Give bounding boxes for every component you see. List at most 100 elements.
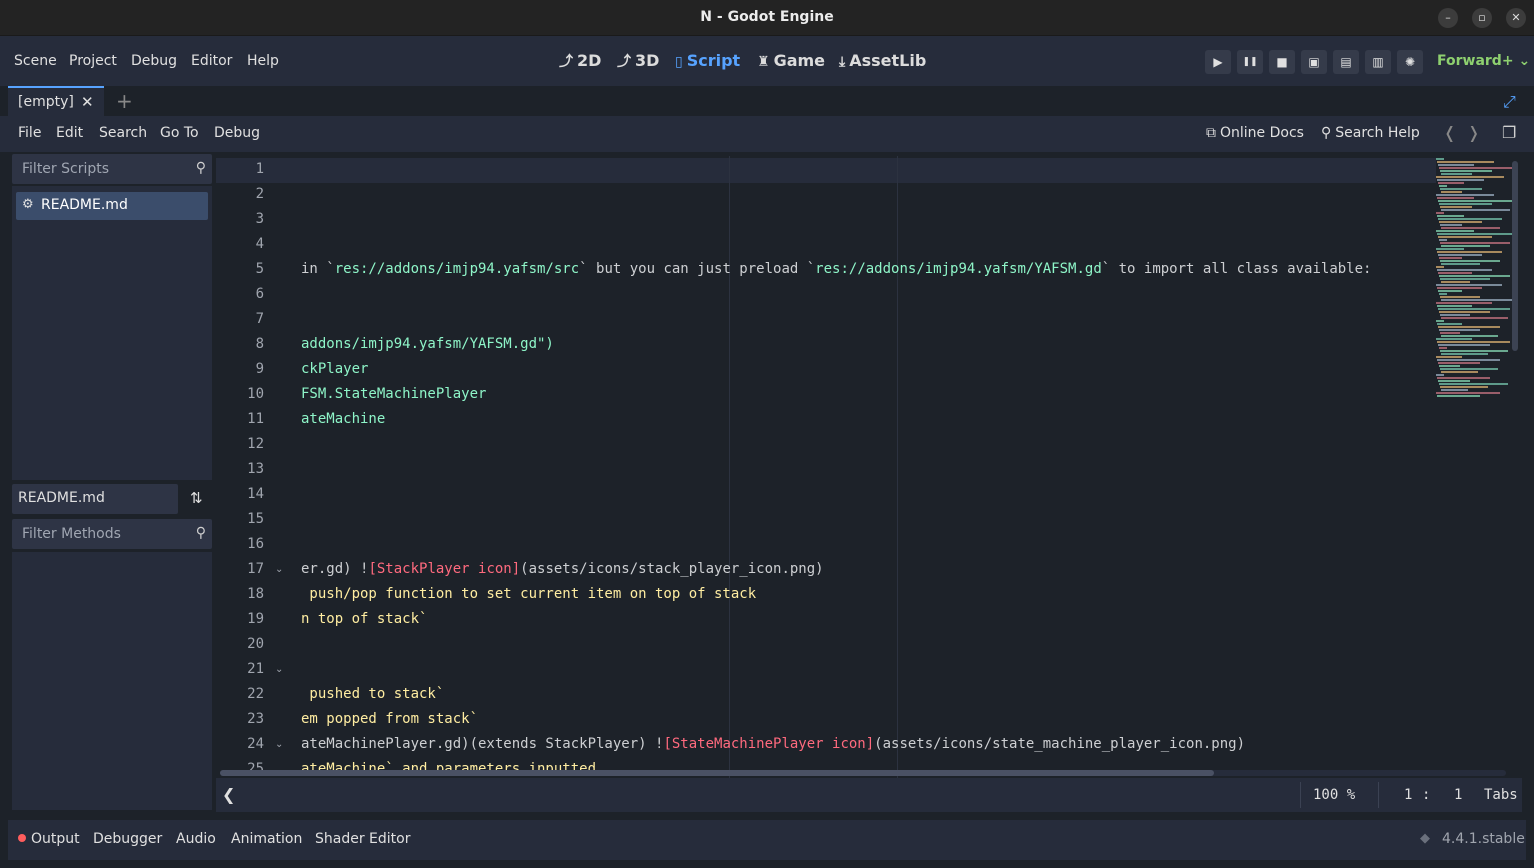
code-token: (assets/icons/stack_player_icon.png) [520, 561, 824, 577]
workspace-game-button[interactable]: ♜ Game [757, 51, 825, 70]
code-line: pushed to stack` [301, 686, 444, 702]
play-scene-button[interactable]: ▤ [1333, 50, 1359, 74]
workspace-assetlib-button[interactable]: ⤓ AssetLib [839, 51, 926, 70]
menu-editor[interactable]: Editor [191, 53, 232, 69]
play-custom-scene-button[interactable]: ▥ [1365, 50, 1391, 74]
debugger-tab[interactable]: Debugger [93, 831, 162, 847]
movie-maker-button[interactable]: ✺ [1397, 50, 1423, 74]
minimap-line [1439, 221, 1482, 223]
line-number: 12 [247, 436, 264, 452]
cursor-line: 1 [1404, 787, 1413, 803]
code-line: n top of stack` [301, 611, 427, 627]
line-number: 15 [247, 511, 264, 527]
minimap-line [1441, 173, 1472, 175]
line-number: 11 [247, 411, 264, 427]
scene-tabbar: [empty] ✕ + ⤢ [0, 86, 1534, 116]
code-token: er.gd) ! [301, 561, 369, 577]
stop-button[interactable]: ■ [1269, 50, 1295, 74]
minimap-line [1439, 311, 1490, 313]
nav-forward-icon[interactable]: ❭ [1467, 123, 1480, 142]
line-number: 1 [255, 161, 264, 177]
filter-methods-field[interactable]: ⚲ [12, 519, 212, 549]
code-editor[interactable]: 1 2 3 4 5 in `res://addons/imjp94.yafsm/src` … [216, 156, 1522, 778]
engine-version[interactable]: 4.4.1.stable [1442, 831, 1525, 847]
filter-scripts-field[interactable]: ⚲ [12, 154, 212, 184]
minimap-line [1440, 296, 1480, 298]
minimap-line [1441, 335, 1498, 337]
code-minimap[interactable] [1436, 158, 1518, 398]
line-number: 9 [255, 361, 264, 377]
line-number: 5 [255, 261, 264, 277]
minimap-line [1441, 353, 1488, 355]
script-menubar: File Edit Search Go To Debug ⧉ Online Doc… [0, 116, 1534, 152]
indent-mode[interactable]: Tabs [1484, 787, 1518, 803]
code-token: ckPlayer [301, 361, 369, 377]
script-list-item[interactable]: ⚙ README.md [16, 192, 208, 220]
2d-icon: ⤴ [559, 54, 573, 70]
window-titlebar: N - Godot Engine – ▫ ✕ [0, 0, 1534, 36]
minimap-line [1438, 344, 1490, 346]
minimap-line [1441, 317, 1508, 319]
code-token: ` but you can just preload ` [579, 261, 816, 277]
maximize-button[interactable]: ▫ [1472, 8, 1492, 28]
minimap-line [1440, 206, 1472, 208]
remote-debug-button[interactable]: ▣ [1301, 50, 1327, 74]
workspace-2d-button[interactable]: ⤴ 2D [559, 51, 601, 71]
filter-scripts-input[interactable] [12, 154, 182, 184]
code-token: FSM.StateMachinePlayer [301, 386, 487, 402]
script-menu-debug[interactable]: Debug [214, 125, 260, 141]
make-floating-icon[interactable]: ❐ [1502, 123, 1516, 142]
online-docs-button[interactable]: ⧉ Online Docs [1206, 125, 1304, 141]
pause-button[interactable]: ❚❚ [1237, 50, 1263, 74]
line-number: 7 [255, 311, 264, 327]
distraction-free-icon[interactable]: ⤢ [1503, 92, 1516, 112]
line-number: 4 [255, 236, 264, 252]
toggle-scripts-panel-icon[interactable]: ❮ [222, 785, 235, 804]
menu-debug[interactable]: Debug [131, 53, 177, 69]
search-help-button[interactable]: ⚲ Search Help [1321, 125, 1420, 141]
script-menu-search[interactable]: Search [99, 125, 147, 141]
sort-icon[interactable]: ⇅ [190, 489, 203, 507]
minimap-line [1441, 371, 1478, 373]
renderer-selector[interactable]: Forward+ ⌄ [1437, 53, 1530, 69]
script-menu-edit[interactable]: Edit [56, 125, 83, 141]
workspace-3d-button[interactable]: ⤴ 3D [617, 51, 659, 71]
minimap-line [1437, 287, 1482, 289]
script-menu-goto[interactable]: Go To [160, 125, 199, 141]
status-divider [1378, 782, 1379, 808]
code-line: er.gd) ![StackPlayer icon](assets/icons/… [301, 561, 824, 577]
audio-tab[interactable]: Audio [176, 831, 216, 847]
fold-arrow-icon[interactable]: ⌄ [275, 564, 283, 575]
fold-arrow-icon[interactable]: ⌄ [275, 739, 283, 750]
line-number: 14 [247, 486, 264, 502]
scene-tab[interactable]: [empty] ✕ [8, 86, 104, 116]
fold-arrow-icon[interactable]: ⌄ [275, 664, 283, 675]
horizontal-scrollbar[interactable] [220, 770, 1214, 776]
menu-scene[interactable]: Scene [14, 53, 57, 69]
minimap-line [1439, 185, 1447, 187]
minimap-line [1440, 188, 1482, 190]
menu-project[interactable]: Project [69, 53, 117, 69]
minimap-line [1438, 380, 1470, 382]
minimap-line [1436, 320, 1444, 322]
add-tab-button[interactable]: + [116, 89, 133, 113]
play-button[interactable]: ▶ [1205, 50, 1231, 74]
minimize-button[interactable]: – [1438, 8, 1458, 28]
output-tab[interactable]: Output [18, 831, 80, 847]
current-file-name: README.md [18, 490, 105, 506]
animation-tab[interactable]: Animation [231, 831, 302, 847]
vertical-scrollbar[interactable] [1512, 161, 1518, 351]
close-window-button[interactable]: ✕ [1506, 8, 1526, 28]
script-menu-file[interactable]: File [18, 125, 41, 141]
minimap-line [1441, 191, 1462, 193]
current-file-label: README.md [12, 484, 178, 514]
minimap-line [1438, 182, 1464, 184]
zoom-level[interactable]: 100 % [1313, 787, 1355, 803]
menu-help[interactable]: Help [247, 53, 279, 69]
nav-back-icon[interactable]: ❬ [1443, 123, 1456, 142]
close-icon[interactable]: ✕ [81, 93, 94, 111]
line-number: 24 [247, 736, 264, 752]
shader-editor-tab[interactable]: Shader Editor [315, 831, 410, 847]
workspace-script-button[interactable]: ▯ Script [675, 51, 740, 70]
filter-methods-input[interactable] [12, 519, 182, 549]
